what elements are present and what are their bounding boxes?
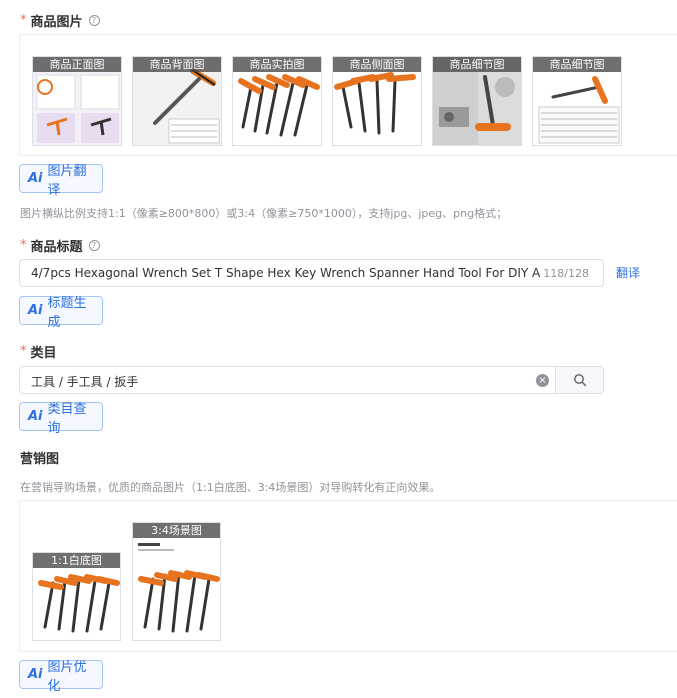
- thumb-caption: 商品侧面图: [333, 57, 421, 72]
- product-title-label: * 商品标题 ?: [20, 236, 100, 255]
- ai-icon: Ai: [28, 409, 43, 424]
- product-images-panel: 商品正面图 商品背面图 商品实拍图 商品侧面图 商品细节图 商品细节图: [19, 34, 677, 156]
- button-label: 图片翻译: [47, 163, 87, 198]
- product-thumb-back[interactable]: 商品背面图: [132, 56, 222, 146]
- category-query-button[interactable]: Ai 类目查询: [19, 402, 103, 436]
- scene-image: [133, 523, 220, 640]
- thumb-caption: 商品正面图: [33, 57, 121, 72]
- marketing-heading: 营销图: [20, 452, 60, 467]
- ai-icon: Ai: [28, 171, 43, 186]
- title-value: 4/7pcs Hexagonal Wrench Set T Shape Hex …: [31, 266, 541, 280]
- thumb-caption: 1:1白底图: [33, 553, 120, 568]
- clear-icon[interactable]: ×: [536, 374, 549, 387]
- category-select[interactable]: 工具 / 手工具 / 扳手 ×: [19, 366, 604, 394]
- help-icon[interactable]: ?: [88, 15, 100, 26]
- category-search-button[interactable]: [555, 367, 603, 393]
- category-value: 工具 / 手工具 / 扳手: [31, 375, 139, 389]
- marketing-hint: 在营销导购场景，优质的商品图片（1:1白底图、3:4场景图）对导购转化有正向效果…: [20, 481, 441, 494]
- product-thumb-front[interactable]: 商品正面图: [32, 56, 122, 146]
- button-label: 图片优化: [47, 659, 87, 694]
- category-heading: 类目: [30, 346, 57, 361]
- help-icon[interactable]: ?: [88, 240, 100, 251]
- product-images-label: * 商品图片 ?: [20, 11, 100, 30]
- image-format-hint: 图片横纵比例支持1:1（像素≥800*800）或3:4（像素≥750*1000）…: [20, 207, 508, 220]
- required-mark: *: [20, 238, 27, 253]
- product-thumb-real[interactable]: 商品实拍图: [232, 56, 322, 146]
- image-translate-button[interactable]: Ai 图片翻译: [19, 164, 103, 198]
- product-images-title: 商品图片: [30, 15, 83, 30]
- title-char-count: 118/128: [543, 267, 589, 280]
- thumb-caption: 商品实拍图: [233, 57, 321, 72]
- product-thumb-side[interactable]: 商品侧面图: [332, 56, 422, 146]
- required-mark: *: [20, 344, 27, 359]
- category-label: * 类目: [20, 342, 57, 361]
- search-icon: [573, 374, 586, 387]
- ai-icon: Ai: [28, 667, 43, 682]
- marketing-images-panel: 1:1白底图 3:4场景图: [19, 500, 677, 652]
- button-label: 类目查询: [47, 401, 87, 436]
- marketing-images-label: 营销图: [20, 448, 59, 467]
- title-translate-link[interactable]: 翻译: [616, 264, 640, 281]
- product-thumb-detail-1[interactable]: 商品细节图: [432, 56, 522, 146]
- marketing-thumb-white-bg[interactable]: 1:1白底图: [32, 552, 121, 641]
- product-title-input[interactable]: 4/7pcs Hexagonal Wrench Set T Shape Hex …: [19, 259, 604, 287]
- thumb-caption: 3:4场景图: [133, 523, 220, 538]
- marketing-thumb-scene[interactable]: 3:4场景图: [132, 522, 221, 641]
- product-title-heading: 商品标题: [30, 240, 83, 255]
- button-label: 标题生成: [47, 295, 87, 330]
- image-optimize-button[interactable]: Ai 图片优化: [19, 660, 103, 694]
- required-mark: *: [20, 13, 27, 28]
- product-thumb-detail-2[interactable]: 商品细节图: [532, 56, 622, 146]
- ai-icon: Ai: [28, 303, 43, 318]
- thumb-caption: 商品细节图: [433, 57, 521, 72]
- thumb-caption: 商品背面图: [133, 57, 221, 72]
- title-generate-button[interactable]: Ai 标题生成: [19, 296, 103, 330]
- thumb-caption: 商品细节图: [533, 57, 621, 72]
